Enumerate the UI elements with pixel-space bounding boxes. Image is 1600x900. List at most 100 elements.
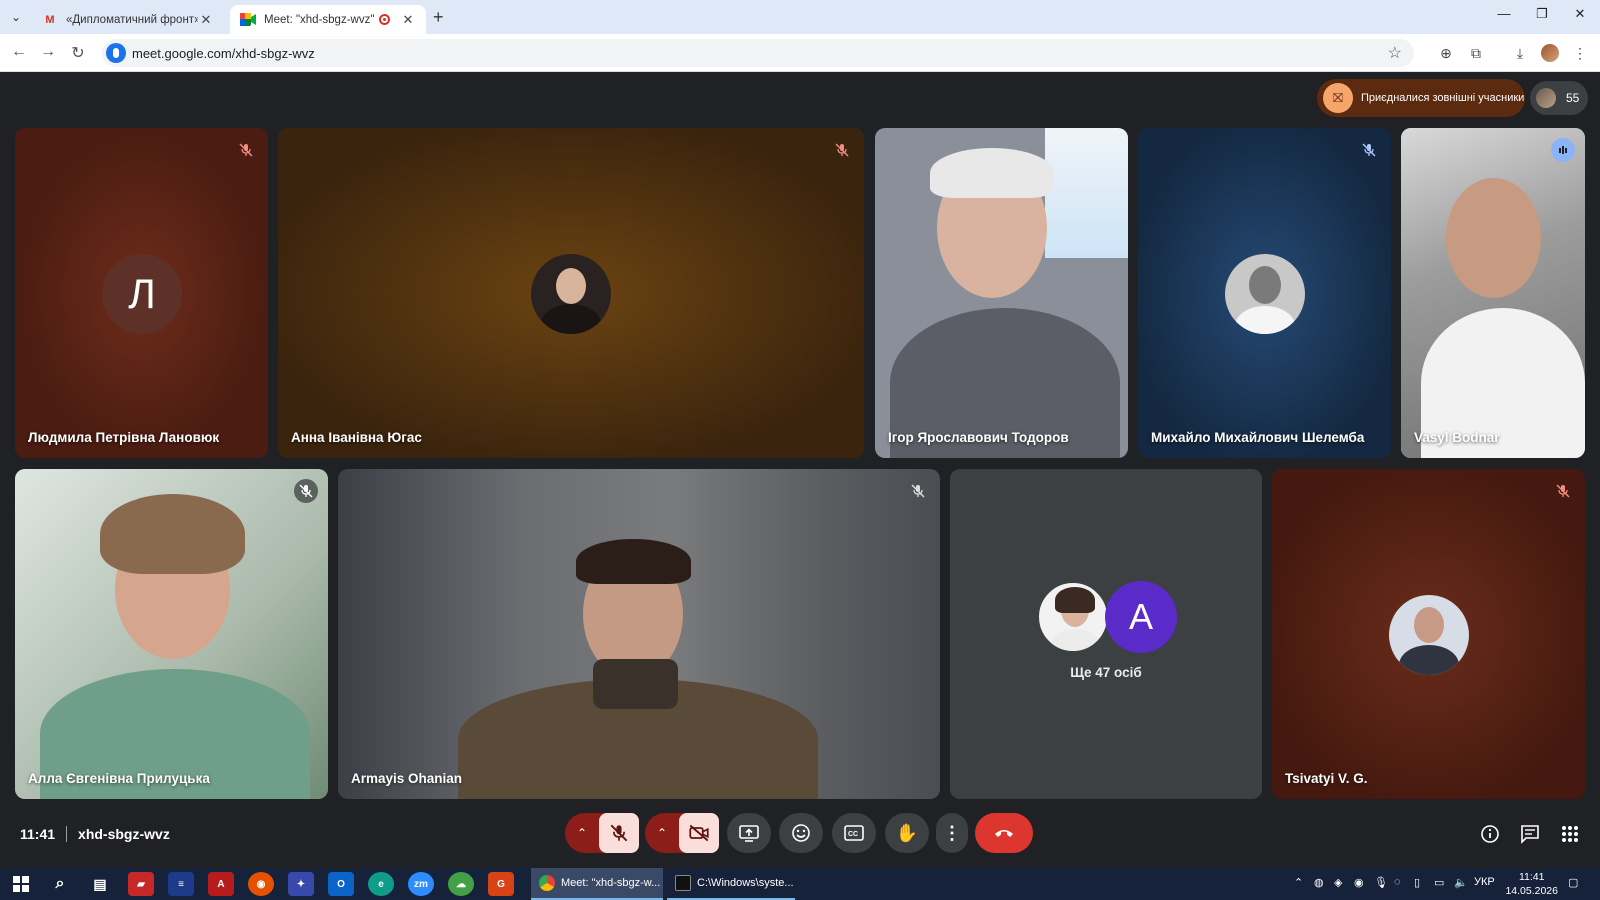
- browser-menu-icon[interactable]: ⋮: [1570, 43, 1590, 63]
- clock-time: 11:41: [1518, 871, 1545, 883]
- download-icon[interactable]: ⤓: [1510, 43, 1530, 63]
- browser-toolbar: ← → ↻ meet.google.com/xhd-sbgz-wvz ☆ ⊕ ⧉…: [0, 34, 1600, 72]
- meeting-details-button[interactable]: [1476, 820, 1504, 848]
- emoji-icon: [792, 824, 810, 842]
- extensions-icon[interactable]: ⧉: [1466, 43, 1486, 63]
- search-icon[interactable]: ⌕: [47, 872, 73, 896]
- microphone-control: ⌃: [565, 813, 639, 853]
- leave-call-button[interactable]: [975, 813, 1033, 853]
- office-app-icon[interactable]: G: [488, 872, 514, 896]
- edge-icon[interactable]: e: [368, 872, 394, 896]
- mic-muted-icon: [234, 138, 258, 162]
- meeting-time: 11:41: [20, 826, 56, 842]
- battery-icon[interactable]: ▯: [1414, 876, 1420, 889]
- camera-control: ⌃: [645, 813, 719, 853]
- bookmark-star-icon[interactable]: ☆: [1388, 43, 1402, 63]
- reload-icon[interactable]: ↻: [68, 43, 88, 63]
- more-participants-tile[interactable]: A Ще 47 осіб: [950, 469, 1262, 799]
- taskbar-window-cmd[interactable]: C:\Windows\syste...: [667, 868, 795, 900]
- present-screen-button[interactable]: [727, 813, 771, 853]
- tab-gmail[interactable]: M «Дипломатичний фронт»ua - G ✕: [32, 5, 224, 34]
- window-title: Meet: "xhd-sbgz-w...: [561, 877, 661, 889]
- participants-chip[interactable]: 55: [1530, 81, 1588, 115]
- external-participants-text: Приєдналися зовнішні учасники: [1361, 92, 1525, 104]
- minimize-icon[interactable]: —: [1494, 6, 1514, 21]
- close-tab-icon[interactable]: ✕: [198, 12, 214, 28]
- participant-name: Людмила Петрівна Лановюк: [28, 430, 220, 445]
- zoom-icon[interactable]: zm: [408, 872, 434, 896]
- participant-tile[interactable]: Анна Іванівна Югас: [278, 128, 864, 458]
- participant-tile[interactable]: Алла Євгенівна Прилуцька: [15, 469, 328, 799]
- tray-chevron-icon[interactable]: ⌃: [1294, 876, 1303, 889]
- participant-tile[interactable]: Ігор Ярославович Тодоров: [875, 128, 1128, 458]
- more-participants-label: Ще 47 осіб: [1070, 665, 1142, 680]
- windows-start-icon[interactable]: [8, 872, 34, 896]
- recording-indicator-icon: [379, 14, 390, 25]
- taskbar-window-chrome[interactable]: Meet: "xhd-sbgz-w...: [531, 868, 663, 900]
- task-view-icon[interactable]: ▤: [87, 872, 113, 896]
- mic-muted-icon: [906, 479, 930, 503]
- tab-title: Meet: "xhd-sbgz-wvz": [264, 13, 375, 26]
- external-participants-banner[interactable]: ⛝ Приєдналися зовнішні учасники: [1317, 79, 1525, 117]
- audio-options-chevron-icon[interactable]: ⌃: [565, 813, 599, 853]
- outlook-icon[interactable]: O: [328, 872, 354, 896]
- network-icon[interactable]: ▭: [1434, 876, 1444, 889]
- avatar: [1389, 595, 1469, 675]
- settings-app-icon[interactable]: ✦: [288, 872, 314, 896]
- system-clock[interactable]: 11:41 14.05.2026: [1505, 870, 1558, 898]
- raise-hand-button[interactable]: ✋: [885, 813, 929, 853]
- tray-app-icon[interactable]: ◍: [1314, 876, 1324, 889]
- activities-button[interactable]: [1556, 820, 1584, 848]
- participant-name: Armayis Ohanian: [351, 771, 463, 786]
- acrobat-icon[interactable]: A: [208, 872, 234, 896]
- avatar-letter: A: [1128, 596, 1153, 637]
- forward-icon[interactable]: →: [38, 43, 58, 61]
- microphone-tray-icon[interactable]: 🎙: [1374, 876, 1388, 889]
- present-screen-icon: [739, 825, 759, 842]
- mic-off-button[interactable]: [599, 813, 639, 853]
- tray-app-icon[interactable]: ◌: [1394, 876, 1401, 888]
- participant-tile[interactable]: Михайло Михайлович Шелемба: [1138, 128, 1391, 458]
- new-tab-icon[interactable]: +: [433, 7, 444, 28]
- participant-tile[interactable]: Tsivatyi V. G.: [1272, 469, 1585, 799]
- cloud-app-icon[interactable]: ☁: [448, 872, 474, 896]
- hangup-icon: [995, 830, 1013, 837]
- camera-off-button[interactable]: [679, 813, 719, 853]
- profile-avatar[interactable]: [1540, 43, 1560, 63]
- participant-tile[interactable]: Armayis Ohanian: [338, 469, 940, 799]
- speaking-indicator-icon: [1551, 138, 1575, 162]
- restore-icon[interactable]: ❐: [1532, 6, 1552, 22]
- back-icon[interactable]: ←: [9, 43, 29, 61]
- window-close-icon[interactable]: ✕: [1570, 6, 1590, 22]
- participant-name: Михайло Михайлович Шелемба: [1151, 430, 1365, 445]
- avatar: [1037, 581, 1109, 653]
- tray-app-icon[interactable]: ◉: [1354, 876, 1364, 889]
- windows-taskbar: ⌕ ▤ ▰ ≡ A ◉ ✦ O e zm ☁ G Meet: "xhd-sbgz…: [0, 868, 1600, 900]
- avatar: Л: [102, 254, 182, 334]
- participant-tile[interactable]: Vasyl Bodnar: [1401, 128, 1585, 458]
- tab-search-icon[interactable]: ⌄: [6, 7, 26, 27]
- document-app-icon[interactable]: ≡: [168, 872, 194, 896]
- translate-icon[interactable]: ⊕: [1436, 43, 1456, 63]
- chat-button[interactable]: [1516, 820, 1544, 848]
- divider: [66, 826, 68, 842]
- firefox-icon[interactable]: ◉: [248, 872, 274, 896]
- notifications-icon[interactable]: ▢: [1568, 876, 1578, 889]
- close-tab-icon[interactable]: ✕: [400, 12, 416, 28]
- emoji-reactions-button[interactable]: [779, 813, 823, 853]
- video-options-chevron-icon[interactable]: ⌃: [645, 813, 679, 853]
- url-text: meet.google.com/xhd-sbgz-wvz: [132, 46, 315, 61]
- apps-grid-icon: [1562, 826, 1578, 842]
- volume-icon[interactable]: 🔈: [1454, 876, 1468, 889]
- tab-meet[interactable]: Meet: "xhd-sbgz-wvz" ✕: [230, 5, 426, 34]
- participant-tile[interactable]: Л Людмила Петрівна Лановюк: [15, 128, 268, 458]
- microphone-in-use-icon[interactable]: [106, 43, 126, 63]
- language-indicator[interactable]: УКР: [1474, 876, 1495, 888]
- address-bar[interactable]: meet.google.com/xhd-sbgz-wvz ☆: [102, 39, 1414, 67]
- captions-icon: CC: [844, 825, 864, 841]
- more-options-button[interactable]: ⋮: [936, 813, 968, 853]
- pdf-reader-icon[interactable]: ▰: [128, 872, 154, 896]
- tray-app-icon[interactable]: ◈: [1334, 876, 1342, 889]
- captions-button[interactable]: CC: [832, 813, 876, 853]
- participant-avatar: [1536, 88, 1556, 108]
